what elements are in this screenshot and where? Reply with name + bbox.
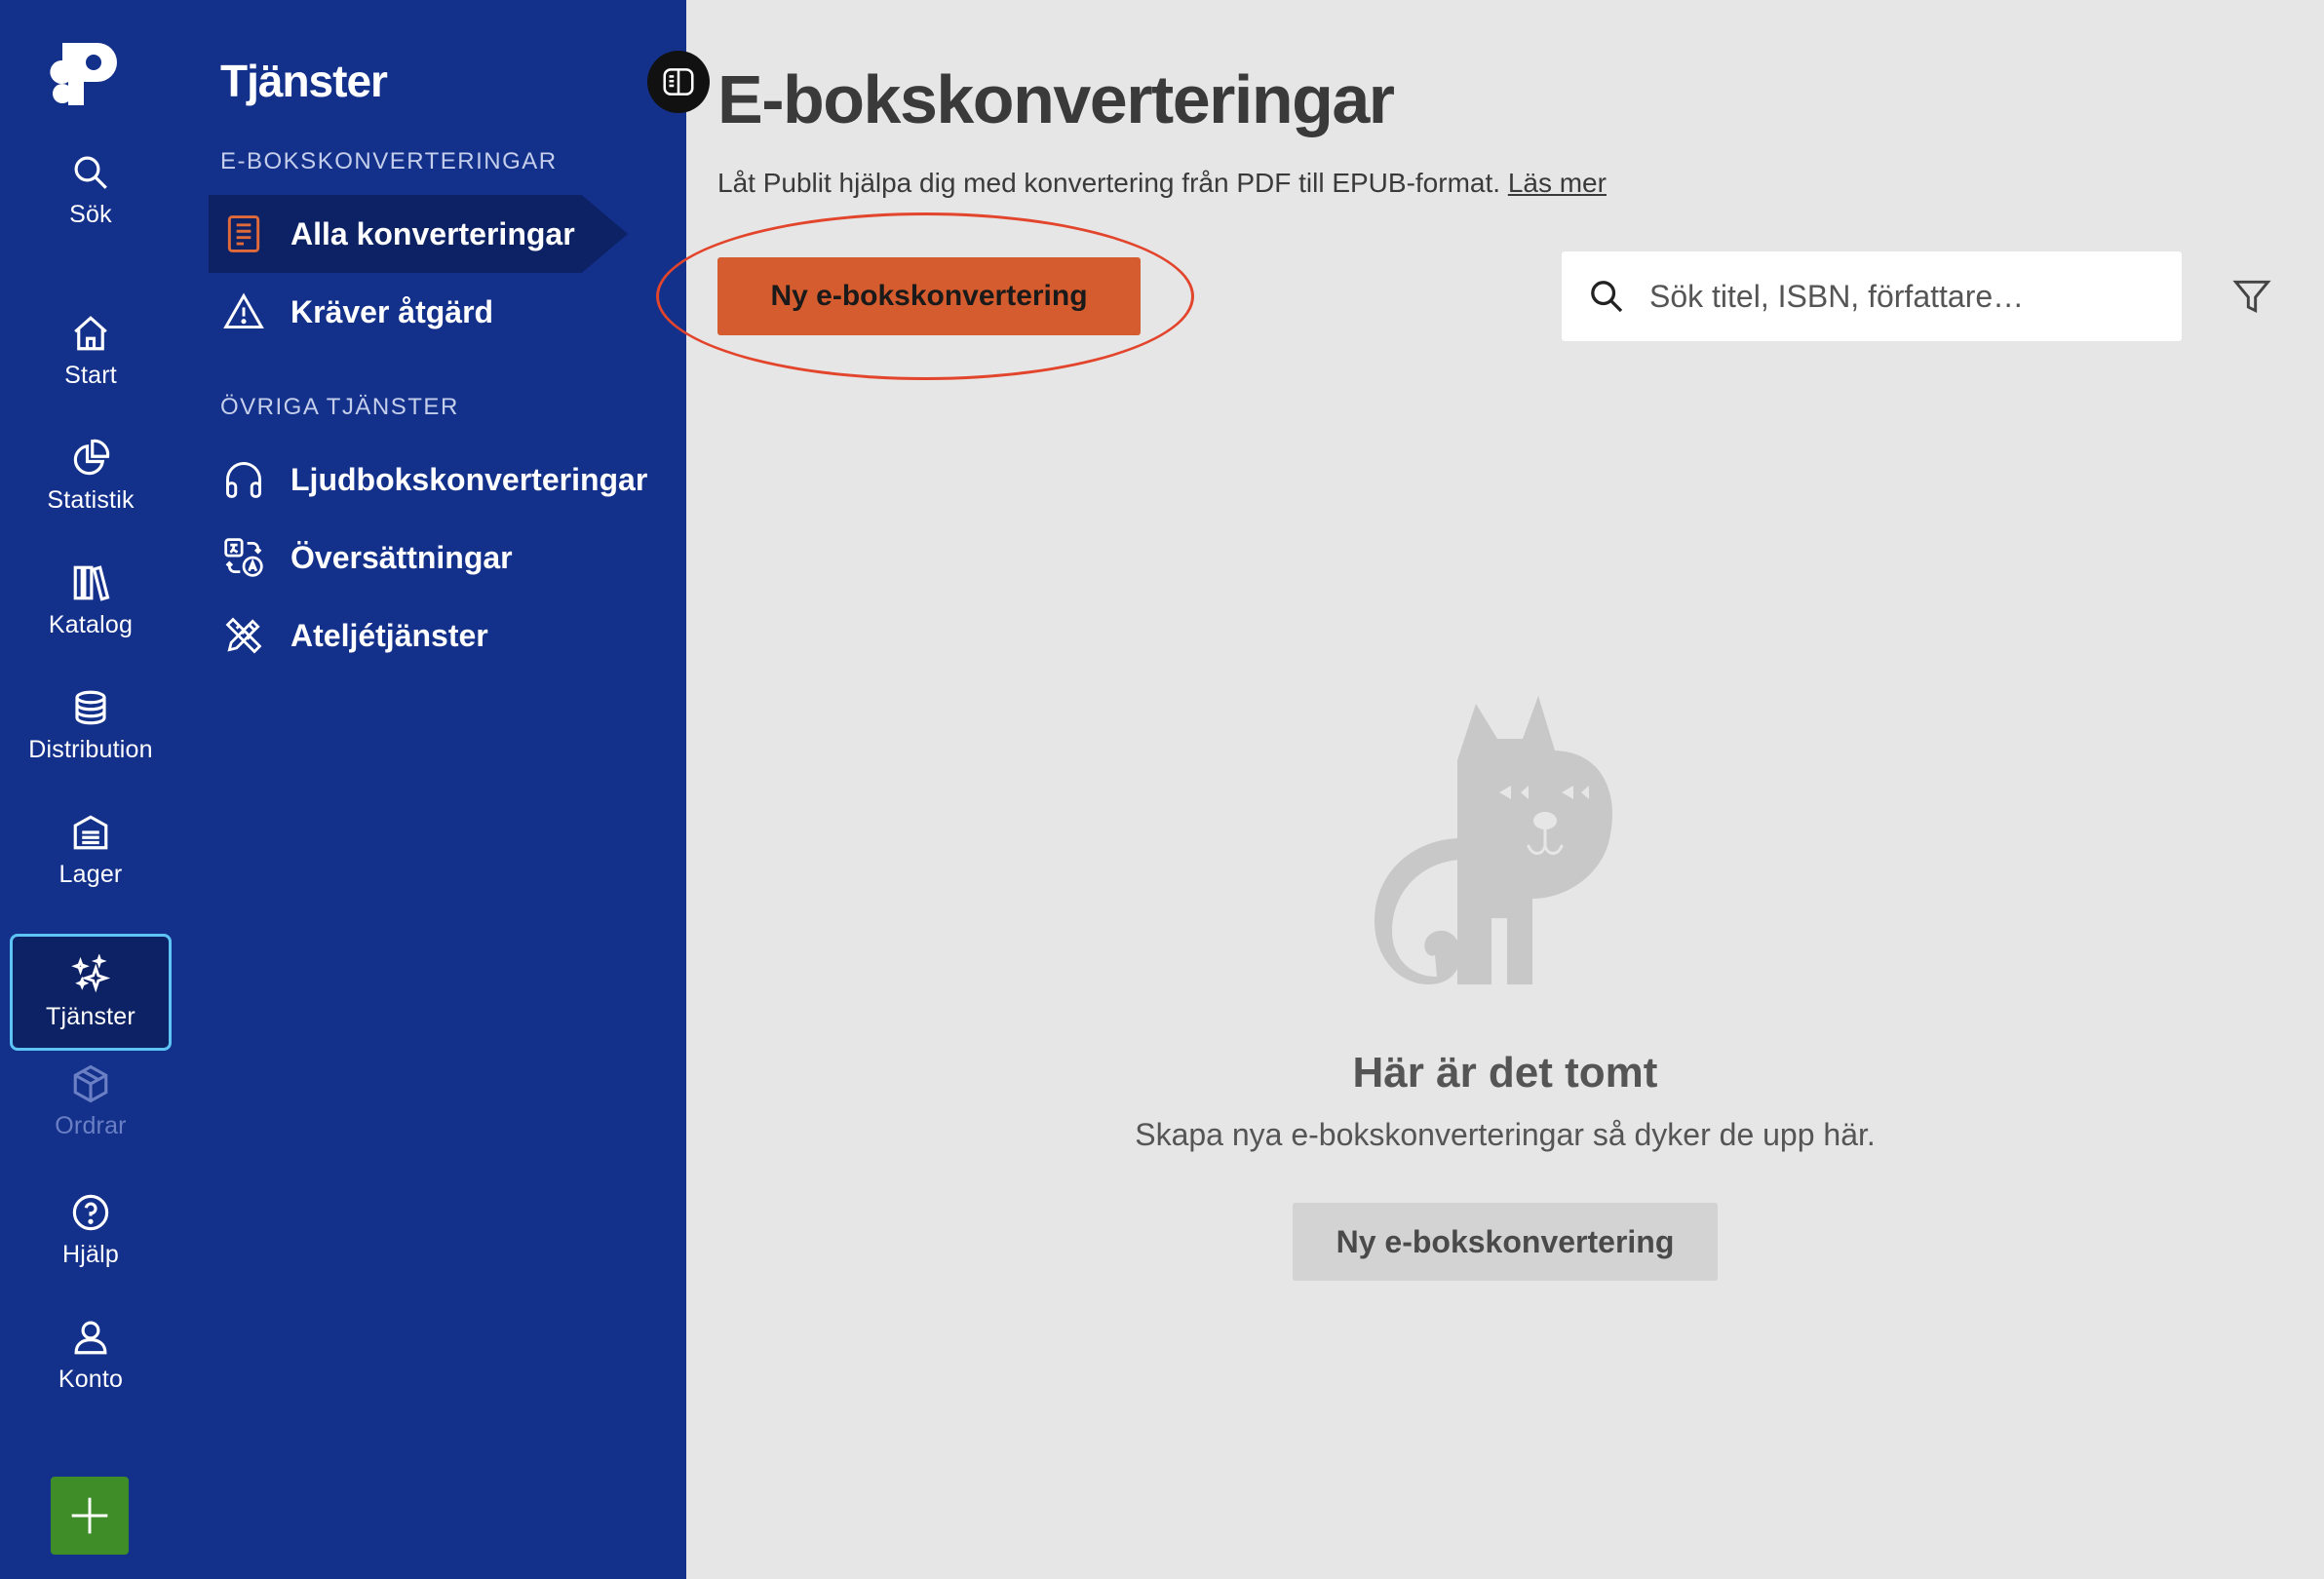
page-subtitle: Låt Publit hjälpa dig med konvertering f… <box>717 168 1607 199</box>
nav-item-all-conversions[interactable]: Alla konverteringar <box>209 195 628 273</box>
rail-item-orders[interactable]: Ordrar <box>10 1043 172 1160</box>
nav-item-label: Alla konverteringar <box>290 215 575 251</box>
warehouse-icon <box>73 814 108 849</box>
rail-item-statistics[interactable]: Statistik <box>10 417 172 534</box>
headphones-icon <box>226 462 261 498</box>
rail-item-label: Tjänster <box>46 1002 136 1030</box>
rail-item-label: Sök <box>69 200 112 228</box>
add-button[interactable] <box>51 1477 129 1555</box>
sparkles-icon <box>71 953 111 992</box>
main-rail: Sök Start Statistik Katalog Distribution… <box>0 0 181 1579</box>
nav-item-audiobook[interactable]: Ljudbokskonverteringar <box>209 441 647 519</box>
rail-item-label: Hjälp <box>62 1240 119 1268</box>
nav-item-atelier[interactable]: Ateljétjänster <box>209 597 488 674</box>
search-input[interactable] <box>1649 278 2156 315</box>
home-icon <box>74 315 107 350</box>
new-ebook-conversion-button[interactable]: Ny e-bokskonvertering <box>717 257 1141 335</box>
pie-chart-icon <box>73 439 110 475</box>
box-icon <box>73 1064 108 1102</box>
translate-icon <box>224 538 263 577</box>
rail-item-label: Konto <box>58 1365 124 1393</box>
section-label-ebook: E-BOKSKONVERTERINGAR <box>220 148 558 174</box>
read-more-link[interactable]: Läs mer <box>1508 168 1607 198</box>
rail-item-warehouse[interactable]: Lager <box>10 791 172 908</box>
help-circle-icon <box>72 1194 109 1230</box>
user-icon <box>74 1321 107 1354</box>
rail-item-label: Ordrar <box>55 1111 127 1139</box>
rail-item-services[interactable]: Tjänster <box>10 934 172 1051</box>
nav-item-translations[interactable]: Översättningar <box>209 519 513 597</box>
rail-item-label: Katalog <box>48 610 134 638</box>
rail-item-start[interactable]: Start <box>10 292 172 409</box>
rail-item-search[interactable]: Sök <box>10 132 172 249</box>
rail-item-label: Start <box>64 361 117 389</box>
nav-item-label: Översättningar <box>290 539 513 575</box>
subtitle-text: Låt Publit hjälpa dig med konvertering f… <box>717 168 1501 198</box>
filter-icon[interactable] <box>2230 275 2273 318</box>
rail-item-account[interactable]: Konto <box>10 1296 172 1413</box>
coins-stack-icon <box>75 690 106 724</box>
nav-item-requires-action[interactable]: Kräver åtgärd <box>209 273 493 351</box>
nav-item-label: Ljudbokskonverteringar <box>290 461 648 497</box>
rail-item-label: Lager <box>58 860 123 888</box>
empty-state-text: Skapa nya e-bokskonverteringar så dyker … <box>1135 1117 1876 1152</box>
collapse-sidebar-button[interactable] <box>647 51 710 113</box>
rail-item-distribution[interactable]: Distribution <box>10 667 172 784</box>
plus-icon <box>71 1497 108 1534</box>
search-icon <box>1591 281 1623 313</box>
rail-item-help[interactable]: Hjälp <box>10 1172 172 1289</box>
cat-illustration <box>1375 696 1613 984</box>
warning-triangle-icon <box>223 292 264 329</box>
page-title: E-bokskonverteringar <box>717 61 1395 137</box>
sidebar-toggle-icon <box>663 68 694 96</box>
nav-item-label: Ateljétjänster <box>290 617 488 653</box>
panel-title: Tjänster <box>220 56 388 106</box>
search-box <box>1562 251 2182 341</box>
search-icon <box>74 156 107 189</box>
rail-item-label: Distribution <box>28 735 153 763</box>
empty-state-title: Här är det tomt <box>1352 1049 1658 1097</box>
section-label-other: ÖVRIGA TJÄNSTER <box>220 394 459 420</box>
books-icon <box>73 564 110 601</box>
services-panel: Tjänster E-BOKSKONVERTERINGAR Alla konve… <box>181 0 686 1579</box>
publit-logo[interactable] <box>49 39 131 109</box>
document-list-icon <box>227 215 260 252</box>
rail-item-label: Statistik <box>47 485 135 514</box>
nav-item-label: Kräver åtgärd <box>290 293 494 329</box>
pencil-ruler-icon <box>225 617 262 654</box>
rail-item-catalog[interactable]: Katalog <box>10 542 172 659</box>
empty-state-new-conversion-button[interactable]: Ny e-bokskonvertering <box>1293 1203 1718 1281</box>
